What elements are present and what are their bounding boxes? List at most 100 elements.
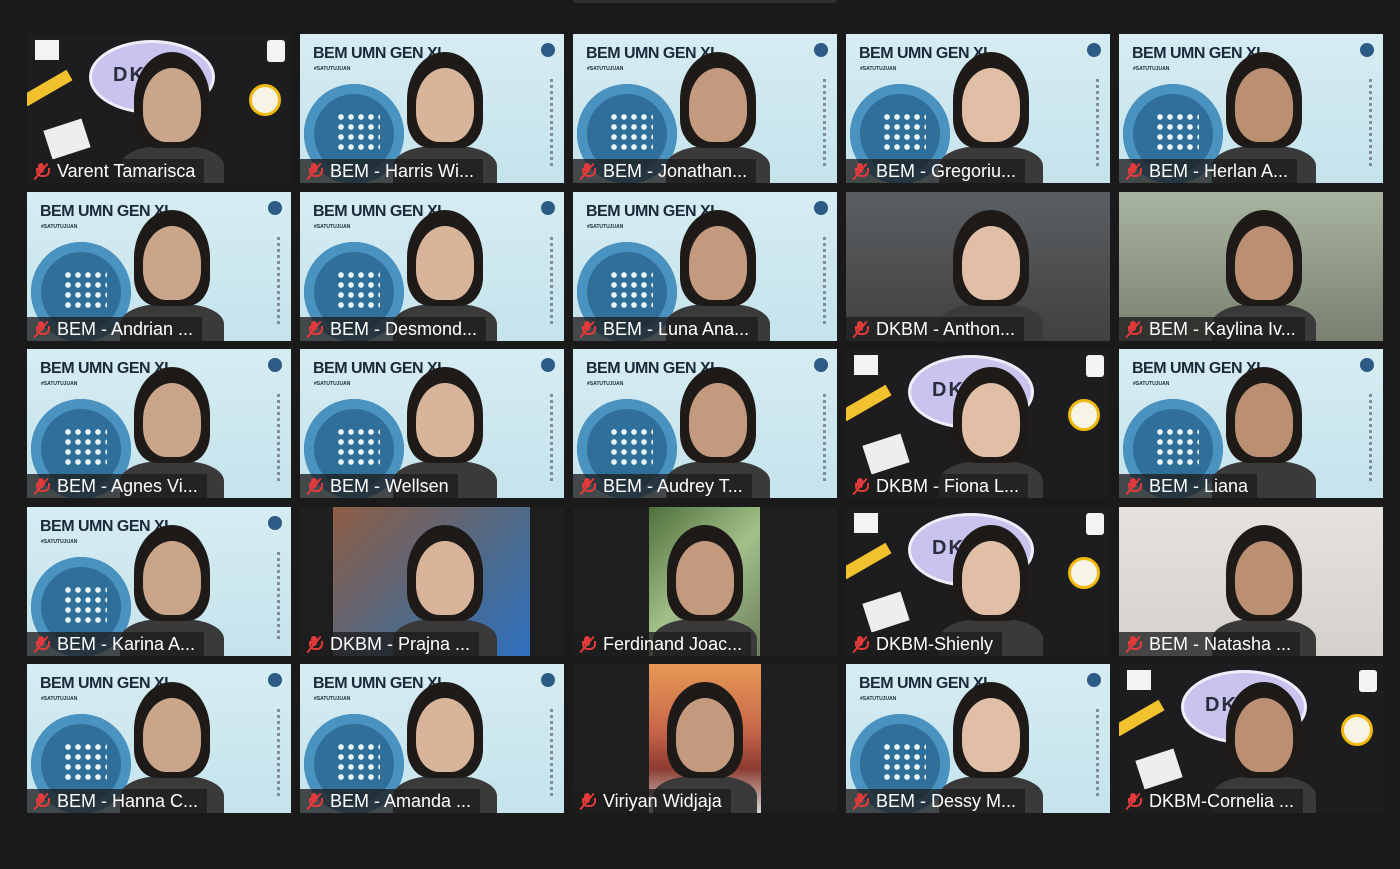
participant-face bbox=[689, 68, 747, 142]
umn-logo bbox=[1086, 355, 1104, 377]
participant-name-label: BEM - Gregoriu... bbox=[846, 159, 1026, 183]
participant-name: BEM - Kaylina Iv... bbox=[1149, 318, 1296, 339]
muted-microphone-icon bbox=[579, 162, 596, 181]
participant-video-tile[interactable]: BEM UMN GEN XI #SATUTUJUAN BEM - Liana bbox=[1119, 349, 1383, 498]
participant-name: BEM - Amanda ... bbox=[330, 791, 472, 811]
participant-video-tile[interactable]: BEM UMN GEN XI #SATUTUJUAN BEM - Andrian .… bbox=[27, 191, 291, 341]
participant-video-tile[interactable]: BEM UMN GEN XI #SATUTUJUAN BEM - Jonathan.… bbox=[573, 34, 837, 183]
participant-video-tile[interactable]: BEM UMN GEN XI #SATUTUJUAN BEM - Desmond..… bbox=[300, 191, 564, 341]
participant-video-tile[interactable]: DKBMVarent Tamarisca bbox=[27, 34, 291, 183]
muted-microphone-icon bbox=[1125, 162, 1142, 181]
participant-video-tile[interactable]: BEM UMN GEN XI #SATUTUJUAN BEM - Wellsen bbox=[300, 349, 564, 498]
ruler-illustration bbox=[846, 542, 892, 579]
bem-emblem-dots bbox=[336, 427, 380, 467]
participant-video-tile[interactable]: BEM UMN GEN XI #SATUTUJUAN BEM - Luna Ana.… bbox=[573, 191, 837, 341]
participant-video-tile[interactable]: BEM UMN GEN XI #SATUTUJUAN BEM - Herlan A.… bbox=[1119, 34, 1383, 183]
participant-face bbox=[1235, 383, 1293, 457]
muted-microphone-icon bbox=[306, 477, 323, 496]
umn-logo bbox=[541, 43, 555, 57]
umn-logo bbox=[268, 358, 282, 372]
background-title: BEM UMN GEN XI bbox=[313, 202, 442, 220]
participant-name-label: BEM - Desmond... bbox=[300, 316, 487, 341]
background-side-text bbox=[1096, 709, 1099, 799]
umn-logo bbox=[541, 358, 555, 372]
participant-video-tile[interactable]: Ferdinand Joac... bbox=[573, 506, 837, 656]
umn-logo bbox=[814, 358, 828, 372]
muted-microphone-icon bbox=[33, 635, 50, 653]
muted-microphone-icon bbox=[33, 792, 50, 811]
participant-video-tile[interactable]: Viriyan Widjaja bbox=[573, 664, 837, 813]
participant-video-tile[interactable]: DKBMDKBM-Cornelia ... bbox=[1119, 664, 1383, 813]
background-subtitle: #SATUTUJUAN bbox=[41, 381, 78, 387]
participant-name: DKBM - Anthon... bbox=[876, 318, 1016, 339]
participant-name-label: Viriyan Widjaja bbox=[573, 789, 731, 813]
participant-video-tile[interactable]: DKBMDKBM-Shienly bbox=[846, 506, 1110, 656]
participant-video-tile[interactable]: BEM UMN GEN XI #SATUTUJUAN BEM - Agnes Vi.… bbox=[27, 349, 291, 498]
participant-face bbox=[962, 68, 1020, 142]
clock-illustration bbox=[1341, 714, 1373, 746]
background-side-text bbox=[1369, 79, 1372, 169]
participant-name-label: BEM - Wellsen bbox=[300, 474, 458, 498]
muted-microphone-icon bbox=[852, 320, 869, 338]
umn-logo bbox=[541, 673, 555, 687]
participant-video-tile[interactable]: DKBM - Anthon... bbox=[846, 191, 1110, 341]
background-side-text bbox=[823, 79, 826, 169]
participant-video-tile[interactable]: DKBM - Prajna ... bbox=[300, 506, 564, 656]
participant-video-tile[interactable]: BEM UMN GEN XI #SATUTUJUAN BEM - Dessy M..… bbox=[846, 664, 1110, 813]
participant-name-label: DKBM - Anthon... bbox=[846, 316, 1025, 341]
participant-name: BEM - Hanna C... bbox=[57, 791, 199, 811]
ruler-illustration bbox=[1119, 699, 1165, 737]
umn-logo bbox=[1360, 358, 1374, 372]
background-side-text bbox=[277, 551, 280, 642]
participant-face bbox=[416, 698, 474, 772]
participant-face bbox=[143, 68, 201, 142]
participant-name: BEM - Harris Wi... bbox=[330, 161, 474, 181]
participant-video-tile[interactable]: BEM UMN GEN XI #SATUTUJUAN BEM - Karina A.… bbox=[27, 506, 291, 656]
muted-microphone-icon bbox=[579, 792, 596, 811]
participant-video-tile[interactable]: BEM - Kaylina Iv... bbox=[1119, 191, 1383, 341]
background-subtitle: #SATUTUJUAN bbox=[41, 223, 78, 230]
background-side-text bbox=[1096, 79, 1099, 169]
participant-face bbox=[143, 540, 201, 615]
participant-face bbox=[689, 383, 747, 457]
muted-microphone-icon bbox=[852, 162, 869, 181]
participant-video-tile[interactable]: DKBMDKBM - Fiona L... bbox=[846, 349, 1110, 498]
participant-name: BEM - Desmond... bbox=[330, 318, 478, 339]
participant-name-label: BEM - Jonathan... bbox=[573, 159, 757, 183]
ruler-illustration bbox=[27, 69, 73, 107]
participant-video-tile[interactable]: BEM UMN GEN XI #SATUTUJUAN BEM - Gregoriu.… bbox=[846, 34, 1110, 183]
participant-video-tile[interactable]: BEM UMN GEN XI #SATUTUJUAN BEM - Hanna C..… bbox=[27, 664, 291, 813]
participant-name: BEM - Karina A... bbox=[57, 633, 196, 654]
umn-logo bbox=[814, 43, 828, 57]
muted-microphone-icon bbox=[33, 320, 50, 338]
participant-name-label: Varent Tamarisca bbox=[27, 159, 205, 183]
muted-microphone-icon bbox=[579, 635, 596, 653]
participant-face bbox=[416, 225, 474, 300]
participant-face bbox=[1235, 540, 1293, 615]
umn-logo bbox=[814, 200, 828, 215]
background-subtitle: #SATUTUJUAN bbox=[1133, 381, 1170, 387]
participant-name: Viriyan Widjaja bbox=[603, 791, 722, 811]
participant-video-tile[interactable]: BEM UMN GEN XI #SATUTUJUAN BEM - Amanda ..… bbox=[300, 664, 564, 813]
participant-face bbox=[962, 540, 1020, 615]
participant-face bbox=[1235, 225, 1293, 300]
participant-face bbox=[1235, 698, 1293, 772]
paper-illustration bbox=[43, 118, 91, 160]
background-side-text bbox=[277, 394, 280, 484]
background-subtitle: #SATUTUJUAN bbox=[860, 66, 897, 72]
participant-face bbox=[962, 383, 1020, 457]
participant-name: BEM - Luna Ana... bbox=[603, 318, 750, 339]
participant-video-tile[interactable]: BEM UMN GEN XI #SATUTUJUAN BEM - Audrey T.… bbox=[573, 349, 837, 498]
background-side-text bbox=[1369, 394, 1372, 484]
participant-video-tile[interactable]: BEM - Natasha ... bbox=[1119, 506, 1383, 656]
top-toolbar-handle[interactable] bbox=[573, 0, 837, 3]
participant-face bbox=[143, 383, 201, 457]
participant-name: Ferdinand Joac... bbox=[603, 633, 743, 654]
background-subtitle: #SATUTUJUAN bbox=[860, 696, 897, 702]
participant-name: BEM - Agnes Vi... bbox=[57, 476, 198, 496]
background-subtitle: #SATUTUJUAN bbox=[587, 381, 624, 387]
background-subtitle: #SATUTUJUAN bbox=[41, 696, 78, 702]
participant-video-tile[interactable]: BEM UMN GEN XI #SATUTUJUAN BEM - Harris Wi… bbox=[300, 34, 564, 183]
muted-microphone-icon bbox=[852, 635, 869, 653]
clock-illustration bbox=[1068, 399, 1100, 431]
